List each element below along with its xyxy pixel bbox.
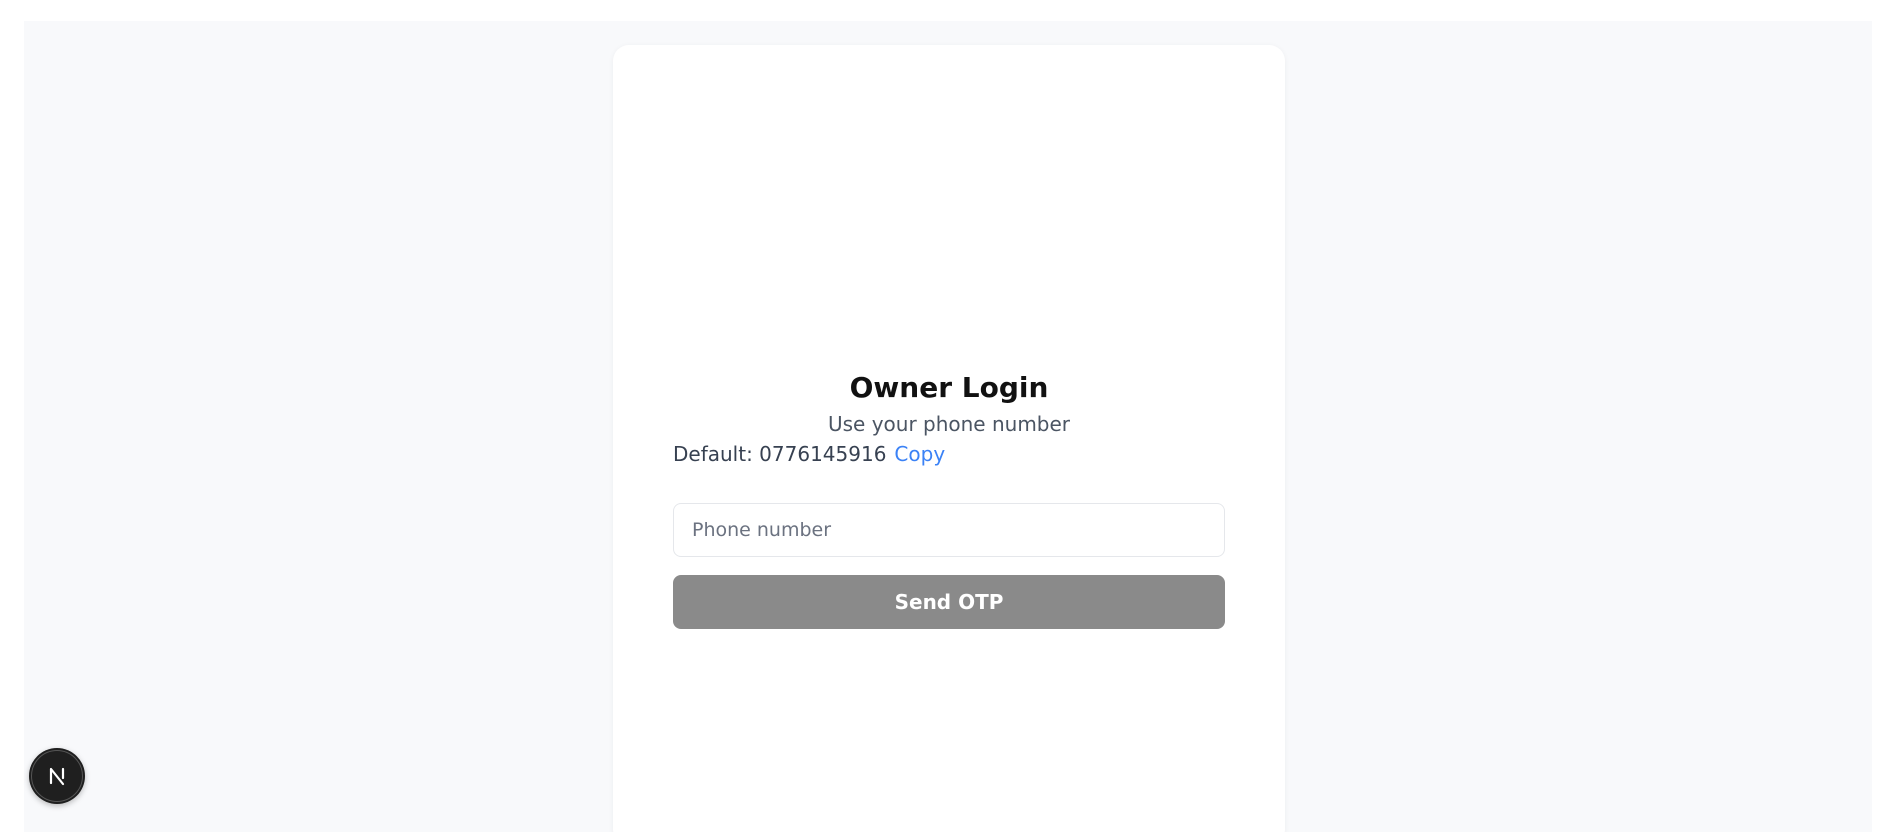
copy-link[interactable]: Copy bbox=[894, 442, 945, 466]
login-form: Owner Login Use your phone number Defaul… bbox=[673, 371, 1225, 629]
default-phone-text: Default: 0776145916 bbox=[673, 442, 887, 466]
send-otp-button[interactable]: Send OTP bbox=[673, 575, 1225, 629]
default-phone-row: Default: 0776145916 Copy bbox=[673, 441, 1225, 467]
nextjs-devtools-button[interactable] bbox=[29, 748, 85, 804]
phone-input[interactable] bbox=[673, 503, 1225, 557]
nextjs-logo-icon bbox=[49, 767, 65, 786]
page-title: Owner Login bbox=[849, 371, 1049, 404]
subtitle: Use your phone number bbox=[827, 412, 1071, 436]
page-background: Owner Login Use your phone number Defaul… bbox=[24, 21, 1872, 832]
login-card: Owner Login Use your phone number Defaul… bbox=[613, 45, 1285, 832]
